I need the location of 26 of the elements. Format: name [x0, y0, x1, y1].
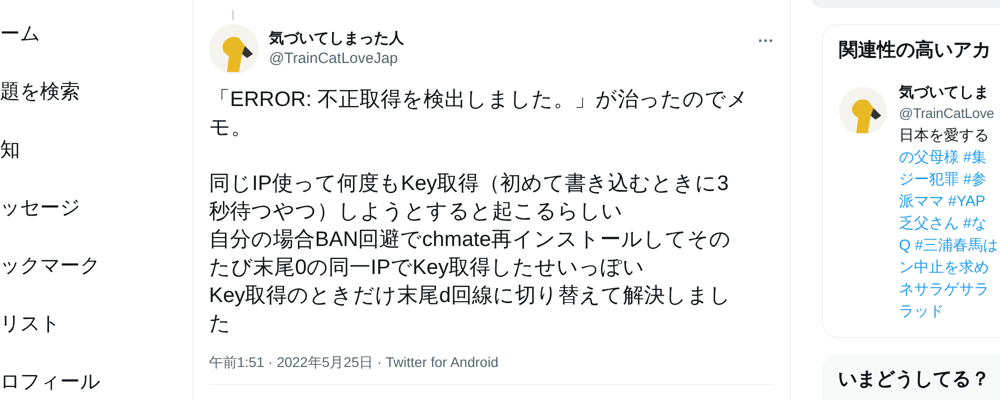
user-handle[interactable]: @TrainCatLoveJap: [269, 49, 758, 69]
nav-link[interactable]: リスト: [0, 310, 192, 338]
tweet-text-line: 秒待つやつ）しようとすると起こるらしい: [209, 199, 624, 225]
nav-link[interactable]: ッセージ: [0, 194, 192, 222]
tweet-text-line: モ。: [209, 115, 253, 141]
card-title: 関連性の高いアカ: [838, 38, 992, 63]
user-name[interactable]: 気づいてしま: [899, 83, 998, 103]
nav-link[interactable]: 題を検索: [0, 78, 192, 106]
bio-text: 日本を愛する: [899, 126, 990, 146]
user-handle[interactable]: @TrainCatLove: [899, 103, 998, 123]
nav-link[interactable]: 知: [0, 136, 192, 164]
tweet-text-line: 「ERROR: 不正取得を検出しました。」が治ったのでメ: [209, 87, 750, 113]
user-name[interactable]: 気づいてしまった人: [269, 29, 758, 49]
avatar-icon[interactable]: [839, 87, 887, 135]
nav-link[interactable]: ロフィール: [0, 368, 192, 396]
nav-link[interactable]: ーム: [0, 20, 192, 48]
avatar-icon[interactable]: [209, 24, 259, 74]
tweet-text-line: たび末尾0の同一IPでKey取得したせいっぽい: [209, 255, 646, 281]
tweet-text-line: 同じIP使って何度もKey取得（初めて書き込むときに3: [209, 171, 730, 197]
more-button[interactable]: ···: [758, 30, 774, 54]
card-title: いまどうしてる？: [837, 368, 991, 392]
tweet-text-line: た: [209, 311, 232, 337]
tweet-text-line: Key取得のときだけ末尾d回線に切り替えて解決しまし: [209, 283, 732, 309]
nav-link[interactable]: ックマーク: [0, 252, 192, 280]
tweet-timestamp[interactable]: 午前1:51 · 2022年5月25日 · Twitter for Android: [193, 352, 790, 372]
tweet-text-line: 自分の場合BAN回避でchmate再インストールしてその: [209, 227, 732, 253]
